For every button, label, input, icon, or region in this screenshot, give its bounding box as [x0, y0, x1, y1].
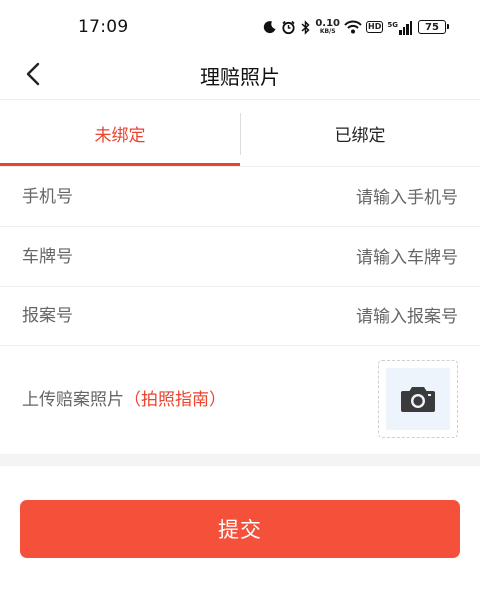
phone-input[interactable]: [198, 180, 458, 216]
phone-row: 手机号: [0, 168, 480, 227]
upload-label-wrap: 上传赔案照片（拍照指南）: [22, 346, 226, 454]
alarm-icon: [282, 20, 295, 34]
photo-guide-link[interactable]: （拍照指南）: [124, 390, 226, 410]
phone-label: 手机号: [22, 187, 73, 207]
tab-divider: [240, 113, 241, 155]
hd-icon: HD: [366, 21, 384, 33]
nav-bar: 理赔照片: [0, 52, 480, 100]
section-divider: [0, 454, 480, 466]
moon-icon: [264, 21, 276, 34]
tab-bound[interactable]: 已绑定: [240, 101, 480, 166]
plate-input[interactable]: [198, 240, 458, 276]
tab-label: 未绑定: [94, 126, 146, 146]
tab-unbound[interactable]: 未绑定: [0, 101, 240, 166]
wifi-icon: [344, 20, 362, 34]
upload-label: 上传赔案照片: [22, 390, 124, 410]
plate-label: 车牌号: [22, 247, 73, 267]
status-bar: 17:09 0.10 KB/S HD 5G 75: [0, 0, 480, 52]
submit-button[interactable]: 提交: [20, 500, 460, 558]
network-speed: 0.10 KB/S: [315, 18, 341, 35]
tab-bar: 未绑定 已绑定: [0, 101, 480, 167]
case-no-label: 报案号: [22, 306, 73, 326]
tab-label: 已绑定: [334, 126, 386, 146]
page-title: 理赔照片: [200, 65, 280, 89]
status-icons: 0.10 KB/S HD 5G 75: [263, 17, 449, 37]
case-no-row: 报案号: [0, 287, 480, 346]
battery-level: 75: [425, 21, 439, 33]
upload-photo-button[interactable]: [378, 360, 458, 438]
case-no-input[interactable]: [198, 299, 458, 335]
active-tab-indicator: [0, 163, 240, 166]
cellular-signal-icon: 5G: [387, 19, 412, 35]
status-time: 17:09: [78, 17, 129, 37]
upload-row: 上传赔案照片（拍照指南）: [0, 346, 480, 454]
upload-photo-area: [386, 368, 450, 430]
battery-icon: 75: [418, 20, 449, 34]
bluetooth-icon: [301, 19, 310, 35]
camera-icon: [401, 387, 435, 412]
plate-row: 车牌号: [0, 228, 480, 287]
